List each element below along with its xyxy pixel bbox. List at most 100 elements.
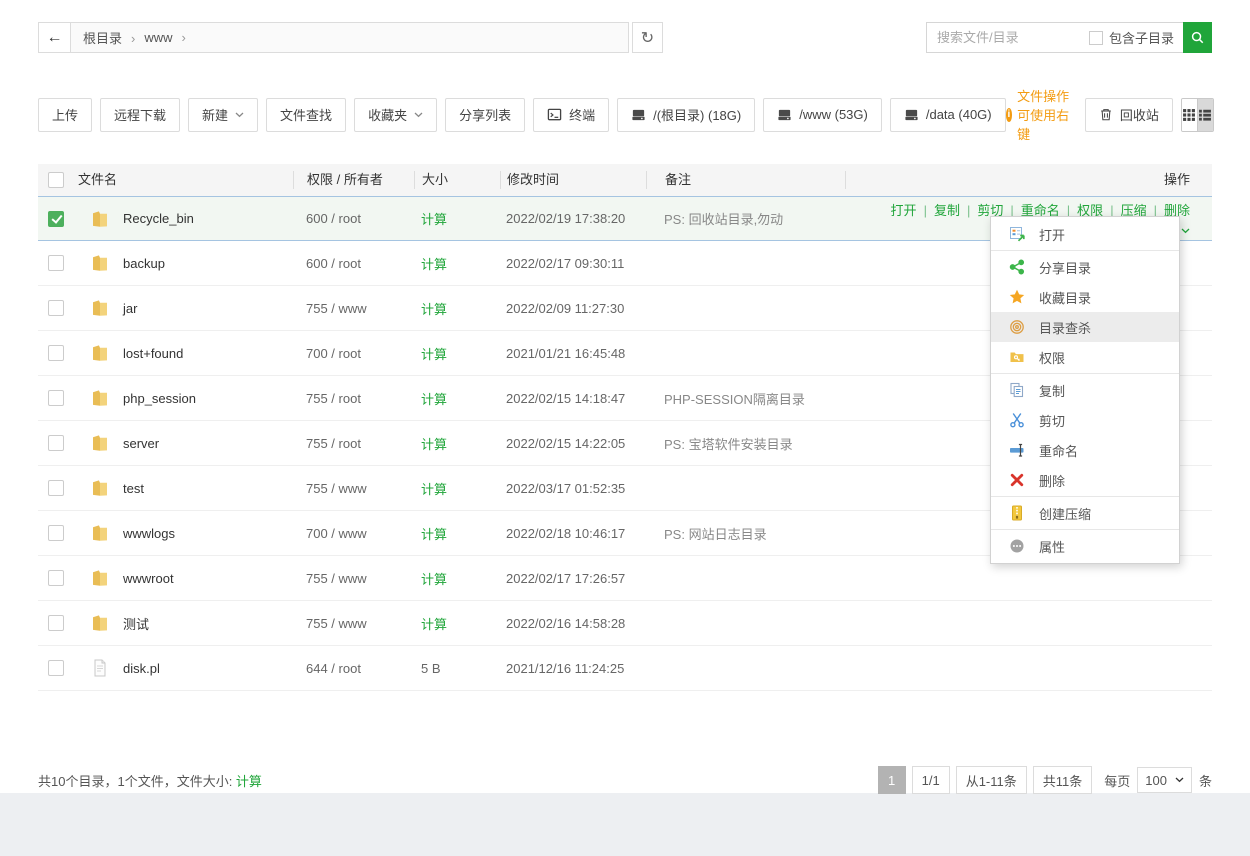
list-view-button[interactable] <box>1197 99 1213 131</box>
file-permission: 755 / www <box>293 481 414 496</box>
header-mtime[interactable]: 修改时间 <box>500 171 646 189</box>
terminal-button[interactable]: 终端 <box>533 98 609 132</box>
menu-item-copy[interactable]: 复制 <box>991 375 1179 405</box>
search-input[interactable] <box>927 23 1089 52</box>
include-subdir-option[interactable]: 包含子目录 <box>1089 28 1183 47</box>
include-subdir-checkbox[interactable] <box>1089 31 1103 45</box>
row-checkbox[interactable] <box>48 345 64 361</box>
new-button[interactable]: 新建 <box>188 98 258 132</box>
menu-item-delete[interactable]: 删除 <box>991 465 1179 495</box>
row-checkbox[interactable] <box>48 480 64 496</box>
table-row[interactable]: disk.pl 644 / root 5 B 2021/12/16 11:24:… <box>38 646 1212 691</box>
table-row[interactable]: 测试 755 / www 计算 2022/02/16 14:58:28 <box>38 601 1212 646</box>
row-checkbox[interactable] <box>48 255 64 271</box>
upload-button[interactable]: 上传 <box>38 98 92 132</box>
file-permission: 755 / root <box>293 391 414 406</box>
header-filename[interactable]: 文件名 <box>78 171 293 189</box>
header-actions: 操作 <box>845 171 1212 189</box>
file-name[interactable]: server <box>123 436 159 451</box>
grid-view-button[interactable] <box>1182 99 1197 131</box>
size-calc-link[interactable]: 计算 <box>421 302 447 317</box>
file-name[interactable]: test <box>123 481 144 496</box>
menu-item-cut[interactable]: 剪切 <box>991 405 1179 435</box>
page-number-active[interactable]: 1 <box>878 766 906 794</box>
menu-item-properties[interactable]: 属性 <box>991 531 1179 561</box>
row-checkbox[interactable] <box>48 300 64 316</box>
rename-icon <box>1009 442 1025 458</box>
file-name[interactable]: backup <box>123 256 165 271</box>
size-calc-link[interactable]: 计算 <box>421 617 447 632</box>
file-mtime: 2022/02/09 11:27:30 <box>500 301 646 316</box>
file-name[interactable]: 测试 <box>123 614 149 633</box>
disk-data-button[interactable]: /data (40G) <box>890 98 1006 132</box>
file-find-label: 文件查找 <box>280 105 332 124</box>
size-calc-link[interactable]: 计算 <box>421 392 447 407</box>
file-permission: 755 / root <box>293 436 414 451</box>
file-name[interactable]: lost+found <box>123 346 183 361</box>
folder-icon <box>90 523 110 543</box>
size-calc-link[interactable]: 计算 <box>421 572 447 587</box>
folder-icon <box>90 388 110 408</box>
file-permission: 755 / www <box>293 571 414 586</box>
size-calc-link[interactable]: 计算 <box>421 257 447 272</box>
action-open[interactable]: 打开 <box>891 203 917 218</box>
page-total: 共11条 <box>1033 766 1093 794</box>
file-name[interactable]: wwwroot <box>123 571 174 586</box>
refresh-icon: ↻ <box>641 28 654 48</box>
row-checkbox[interactable] <box>48 570 64 586</box>
share-list-button[interactable]: 分享列表 <box>445 98 525 132</box>
header-permission[interactable]: 权限 / 所有者 <box>293 171 414 189</box>
menu-label: 分享目录 <box>1039 258 1091 277</box>
size-calc-link[interactable]: 计算 <box>421 437 447 452</box>
menu-divider <box>991 529 1179 530</box>
row-checkbox[interactable] <box>48 435 64 451</box>
disk-www-label: /www (53G) <box>799 107 868 122</box>
file-name[interactable]: disk.pl <box>123 661 160 676</box>
path-navigation: ← 根目录 www ↻ <box>38 22 663 53</box>
header-size[interactable]: 大小 <box>414 171 500 189</box>
per-page-select[interactable]: 100 <box>1137 767 1192 793</box>
back-button[interactable]: ← <box>38 22 71 53</box>
row-checkbox[interactable] <box>48 525 64 541</box>
file-name[interactable]: php_session <box>123 391 196 406</box>
row-checkbox[interactable] <box>48 211 64 227</box>
select-all-checkbox[interactable] <box>48 172 64 188</box>
disk-root-button[interactable]: /(根目录) (18G) <box>617 98 755 132</box>
menu-label: 打开 <box>1039 225 1065 244</box>
breadcrumb-root[interactable]: 根目录 <box>83 28 144 47</box>
refresh-button[interactable]: ↻ <box>632 22 663 53</box>
favorites-button[interactable]: 收藏夹 <box>354 98 437 132</box>
file-permission: 600 / root <box>293 256 414 271</box>
recycle-bin-button[interactable]: 回收站 <box>1085 98 1173 132</box>
size-calc-link[interactable]: 计算 <box>421 212 447 227</box>
disk-www-button[interactable]: /www (53G) <box>763 98 882 132</box>
file-name[interactable]: jar <box>123 301 137 316</box>
per-page-prefix: 每页 <box>1104 771 1130 790</box>
menu-item-permission[interactable]: 权限 <box>991 342 1179 372</box>
menu-item-share-dir[interactable]: 分享目录 <box>991 252 1179 282</box>
menu-label: 属性 <box>1039 537 1065 556</box>
menu-item-dir-scan[interactable]: 目录查杀 <box>991 312 1179 342</box>
search-button[interactable] <box>1183 22 1212 53</box>
menu-label: 重命名 <box>1039 441 1078 460</box>
file-name[interactable]: Recycle_bin <box>123 211 194 226</box>
size-calc-link[interactable]: 计算 <box>421 482 447 497</box>
file-find-button[interactable]: 文件查找 <box>266 98 346 132</box>
size-calc-link[interactable]: 计算 <box>421 347 447 362</box>
file-permission: 700 / root <box>293 346 414 361</box>
calc-size-link[interactable]: 计算 <box>236 774 262 789</box>
new-label: 新建 <box>202 105 228 124</box>
action-copy[interactable]: 复制 <box>917 203 960 218</box>
remote-download-button[interactable]: 远程下载 <box>100 98 180 132</box>
menu-item-open[interactable]: 打开 <box>991 219 1179 249</box>
menu-item-rename[interactable]: 重命名 <box>991 435 1179 465</box>
menu-item-create-archive[interactable]: 创建压缩 <box>991 498 1179 528</box>
row-checkbox[interactable] <box>48 660 64 676</box>
file-name[interactable]: wwwlogs <box>123 526 175 541</box>
row-checkbox[interactable] <box>48 390 64 406</box>
toolbar-actions: 上传 远程下载 新建 文件查找 收藏夹 分享列表 终端 /(根目录) (18G)… <box>38 98 1006 132</box>
size-calc-link[interactable]: 计算 <box>421 527 447 542</box>
breadcrumb-www[interactable]: www <box>144 30 195 45</box>
row-checkbox[interactable] <box>48 615 64 631</box>
menu-item-favorite-dir[interactable]: 收藏目录 <box>991 282 1179 312</box>
